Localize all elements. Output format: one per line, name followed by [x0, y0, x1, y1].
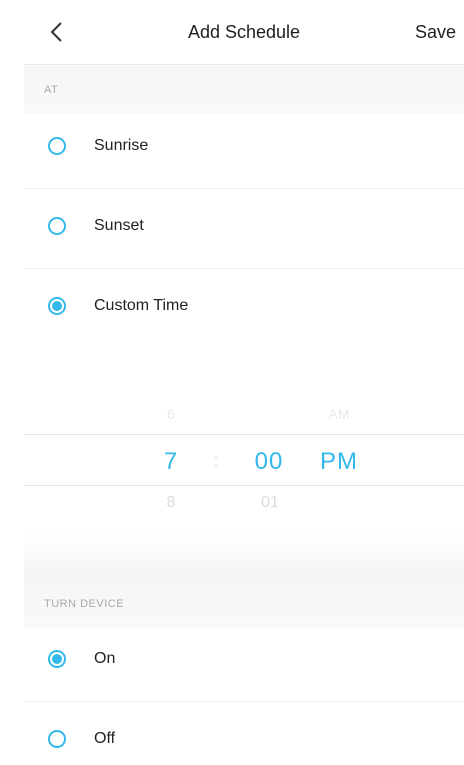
hour-next[interactable]: 8 — [156, 494, 186, 512]
divider — [24, 268, 464, 269]
section-label-turn-device: TURN DEVICE — [44, 598, 125, 610]
radio-label-custom-time: Custom Time — [94, 297, 189, 314]
radio-button-sunrise[interactable] — [48, 137, 66, 155]
hour-prev[interactable]: 6 — [156, 406, 186, 422]
minute-next[interactable]: 01 — [250, 494, 290, 512]
radio-button-custom-time[interactable] — [48, 297, 66, 315]
screen: Add Schedule Save AT Sunrise Sunset Cust… — [24, 0, 464, 765]
time-separator: : — [213, 450, 219, 470]
section-header-at: AT — [24, 66, 464, 114]
nav-header: Add Schedule Save — [24, 0, 464, 65]
back-button[interactable] — [38, 14, 74, 50]
picker-selection-line-top — [24, 434, 464, 435]
radio-option-on[interactable]: On — [24, 631, 464, 691]
section-label-at: AT — [44, 84, 59, 96]
hour-selected[interactable]: 7 — [156, 448, 186, 476]
ampm-prev[interactable]: AM — [314, 406, 364, 422]
divider — [24, 701, 464, 702]
radio-option-sunset[interactable]: Sunset — [24, 198, 464, 258]
radio-option-custom-time[interactable]: Custom Time — [24, 278, 464, 338]
time-picker[interactable]: 6 AM 7 : 00 PM 8 01 — [24, 340, 464, 580]
page-title: Add Schedule — [187, 22, 301, 42]
radio-label-sunrise: Sunrise — [94, 137, 149, 154]
picker-selection-line-bottom — [24, 485, 464, 486]
radio-option-off[interactable]: Off — [24, 711, 464, 765]
section-header-turn-device: TURN DEVICE — [24, 580, 464, 628]
ampm-selected[interactable]: PM — [314, 448, 364, 476]
chevron-left-icon — [50, 22, 62, 42]
radio-button-on[interactable] — [48, 650, 66, 668]
radio-label-sunset: Sunset — [94, 217, 144, 234]
divider — [24, 188, 464, 189]
radio-option-sunrise[interactable]: Sunrise — [24, 118, 464, 178]
radio-label-off: Off — [94, 730, 116, 747]
radio-button-sunset[interactable] — [48, 217, 66, 235]
save-button[interactable]: Save — [415, 22, 456, 43]
minute-selected[interactable]: 00 — [246, 448, 292, 476]
radio-label-on: On — [94, 650, 116, 667]
radio-button-off[interactable] — [48, 730, 66, 748]
